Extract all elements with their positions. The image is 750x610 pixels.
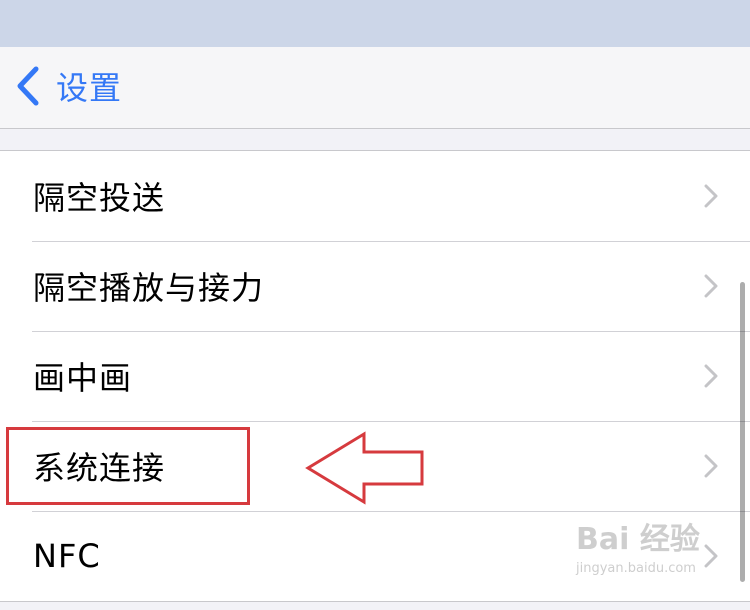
chevron-left-icon (17, 66, 39, 106)
list-item-label: 画中画 (33, 359, 133, 397)
chevron-right-icon (704, 364, 718, 388)
watermark-brand: Bai 经验 (576, 522, 700, 557)
annotation-highlight-box (6, 427, 250, 505)
status-bar (0, 0, 750, 47)
list-item-label: NFC (33, 537, 101, 575)
scroll-indicator[interactable] (740, 282, 745, 582)
list-item-airplay-handoff[interactable]: 隔空播放与接力 (0, 241, 750, 331)
list-item-label: 隔空播放与接力 (33, 269, 265, 307)
watermark-url: jingyan.baidu.com (576, 561, 696, 576)
list-item-picture-in-picture[interactable]: 画中画 (0, 331, 750, 421)
back-label: 设置 (56, 69, 123, 107)
back-button[interactable]: 设置 (14, 61, 122, 111)
chevron-right-icon (704, 454, 718, 478)
list-item-label: 隔空投送 (33, 179, 166, 217)
watermark: Bai 经验 jingyan.baidu.com (576, 520, 716, 600)
annotation-arrow-icon (305, 431, 424, 505)
navigation-bar: 设置 (0, 47, 750, 129)
list-item-airdrop[interactable]: 隔空投送 (0, 151, 750, 241)
chevron-right-icon (704, 274, 718, 298)
chevron-right-icon (704, 184, 718, 208)
